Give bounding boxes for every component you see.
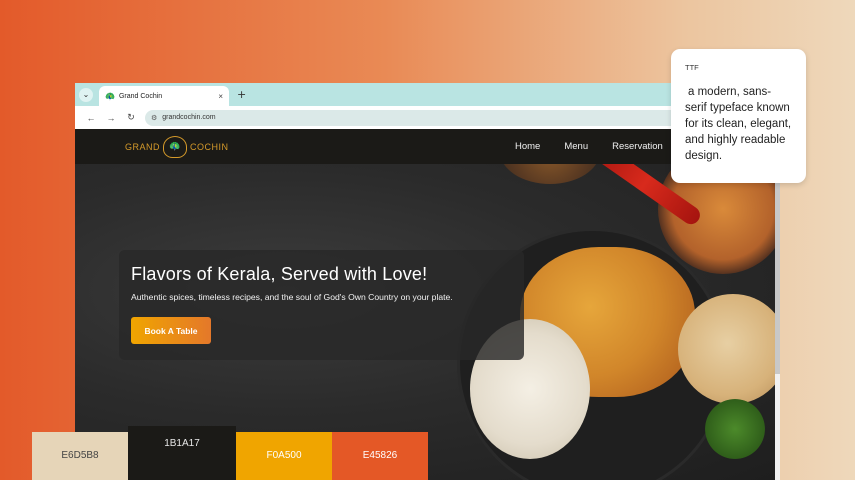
hero-card: Flavors of Kerala, Served with Love! Aut…: [119, 250, 524, 360]
close-icon[interactable]: ×: [218, 92, 223, 101]
peacock-favicon-icon: 🦚: [105, 91, 115, 101]
tab-title: Grand Cochin: [118, 92, 163, 100]
book-table-button[interactable]: Book A Table: [131, 317, 211, 344]
curry-bowl-image: [500, 164, 600, 184]
scrollbar-thumb[interactable]: [775, 164, 780, 374]
back-arrow-icon[interactable]: ←: [81, 113, 101, 123]
nav-item-home[interactable]: Home: [515, 141, 540, 152]
new-tab-button[interactable]: +: [237, 88, 246, 101]
logo-text-left: GRAND: [125, 141, 161, 152]
typeface-note-card: TTF a modern, sans-serif typeface known …: [671, 49, 806, 183]
forward-arrow-icon[interactable]: →: [101, 113, 121, 123]
typeface-description: a modern, sans-serif typeface known for …: [685, 86, 792, 162]
hero-subtitle: Authentic spices, timeless recipes, and …: [131, 292, 453, 302]
logo-text-right: COCHIN: [190, 141, 229, 152]
herb-garnish-image: [705, 399, 765, 459]
typeface-label: TTF: [685, 63, 699, 72]
tab-search-button[interactable]: ⌄: [79, 87, 93, 102]
reload-icon[interactable]: ↻: [121, 112, 141, 123]
url-text: grandcochin.com: [162, 114, 216, 121]
peacock-emblem-icon: 🦚: [163, 135, 188, 158]
color-swatch: E6D5B8: [32, 432, 128, 480]
nav-item-reservation[interactable]: Reservation: [612, 141, 663, 152]
flatbread-image: [678, 294, 780, 404]
color-palette: E6D5B8 1B1A17 F0A500 E45826: [32, 426, 428, 480]
hero-title: Flavors of Kerala, Served with Love!: [131, 264, 428, 284]
color-swatch: F0A500: [236, 432, 332, 480]
color-swatch: 1B1A17: [128, 426, 236, 480]
page-scrollbar[interactable]: [775, 164, 780, 480]
color-swatch: E45826: [332, 432, 428, 480]
nav-item-menu[interactable]: Menu: [564, 141, 588, 152]
browser-tab[interactable]: 🦚 Grand Cochin ×: [99, 86, 229, 106]
chevron-down-icon: ⌄: [82, 90, 90, 99]
main-nav: Home Menu Reservation: [515, 129, 687, 164]
site-info-icon[interactable]: ⚙: [151, 114, 157, 122]
site-logo[interactable]: GRAND 🦚 COCHIN: [125, 135, 229, 158]
